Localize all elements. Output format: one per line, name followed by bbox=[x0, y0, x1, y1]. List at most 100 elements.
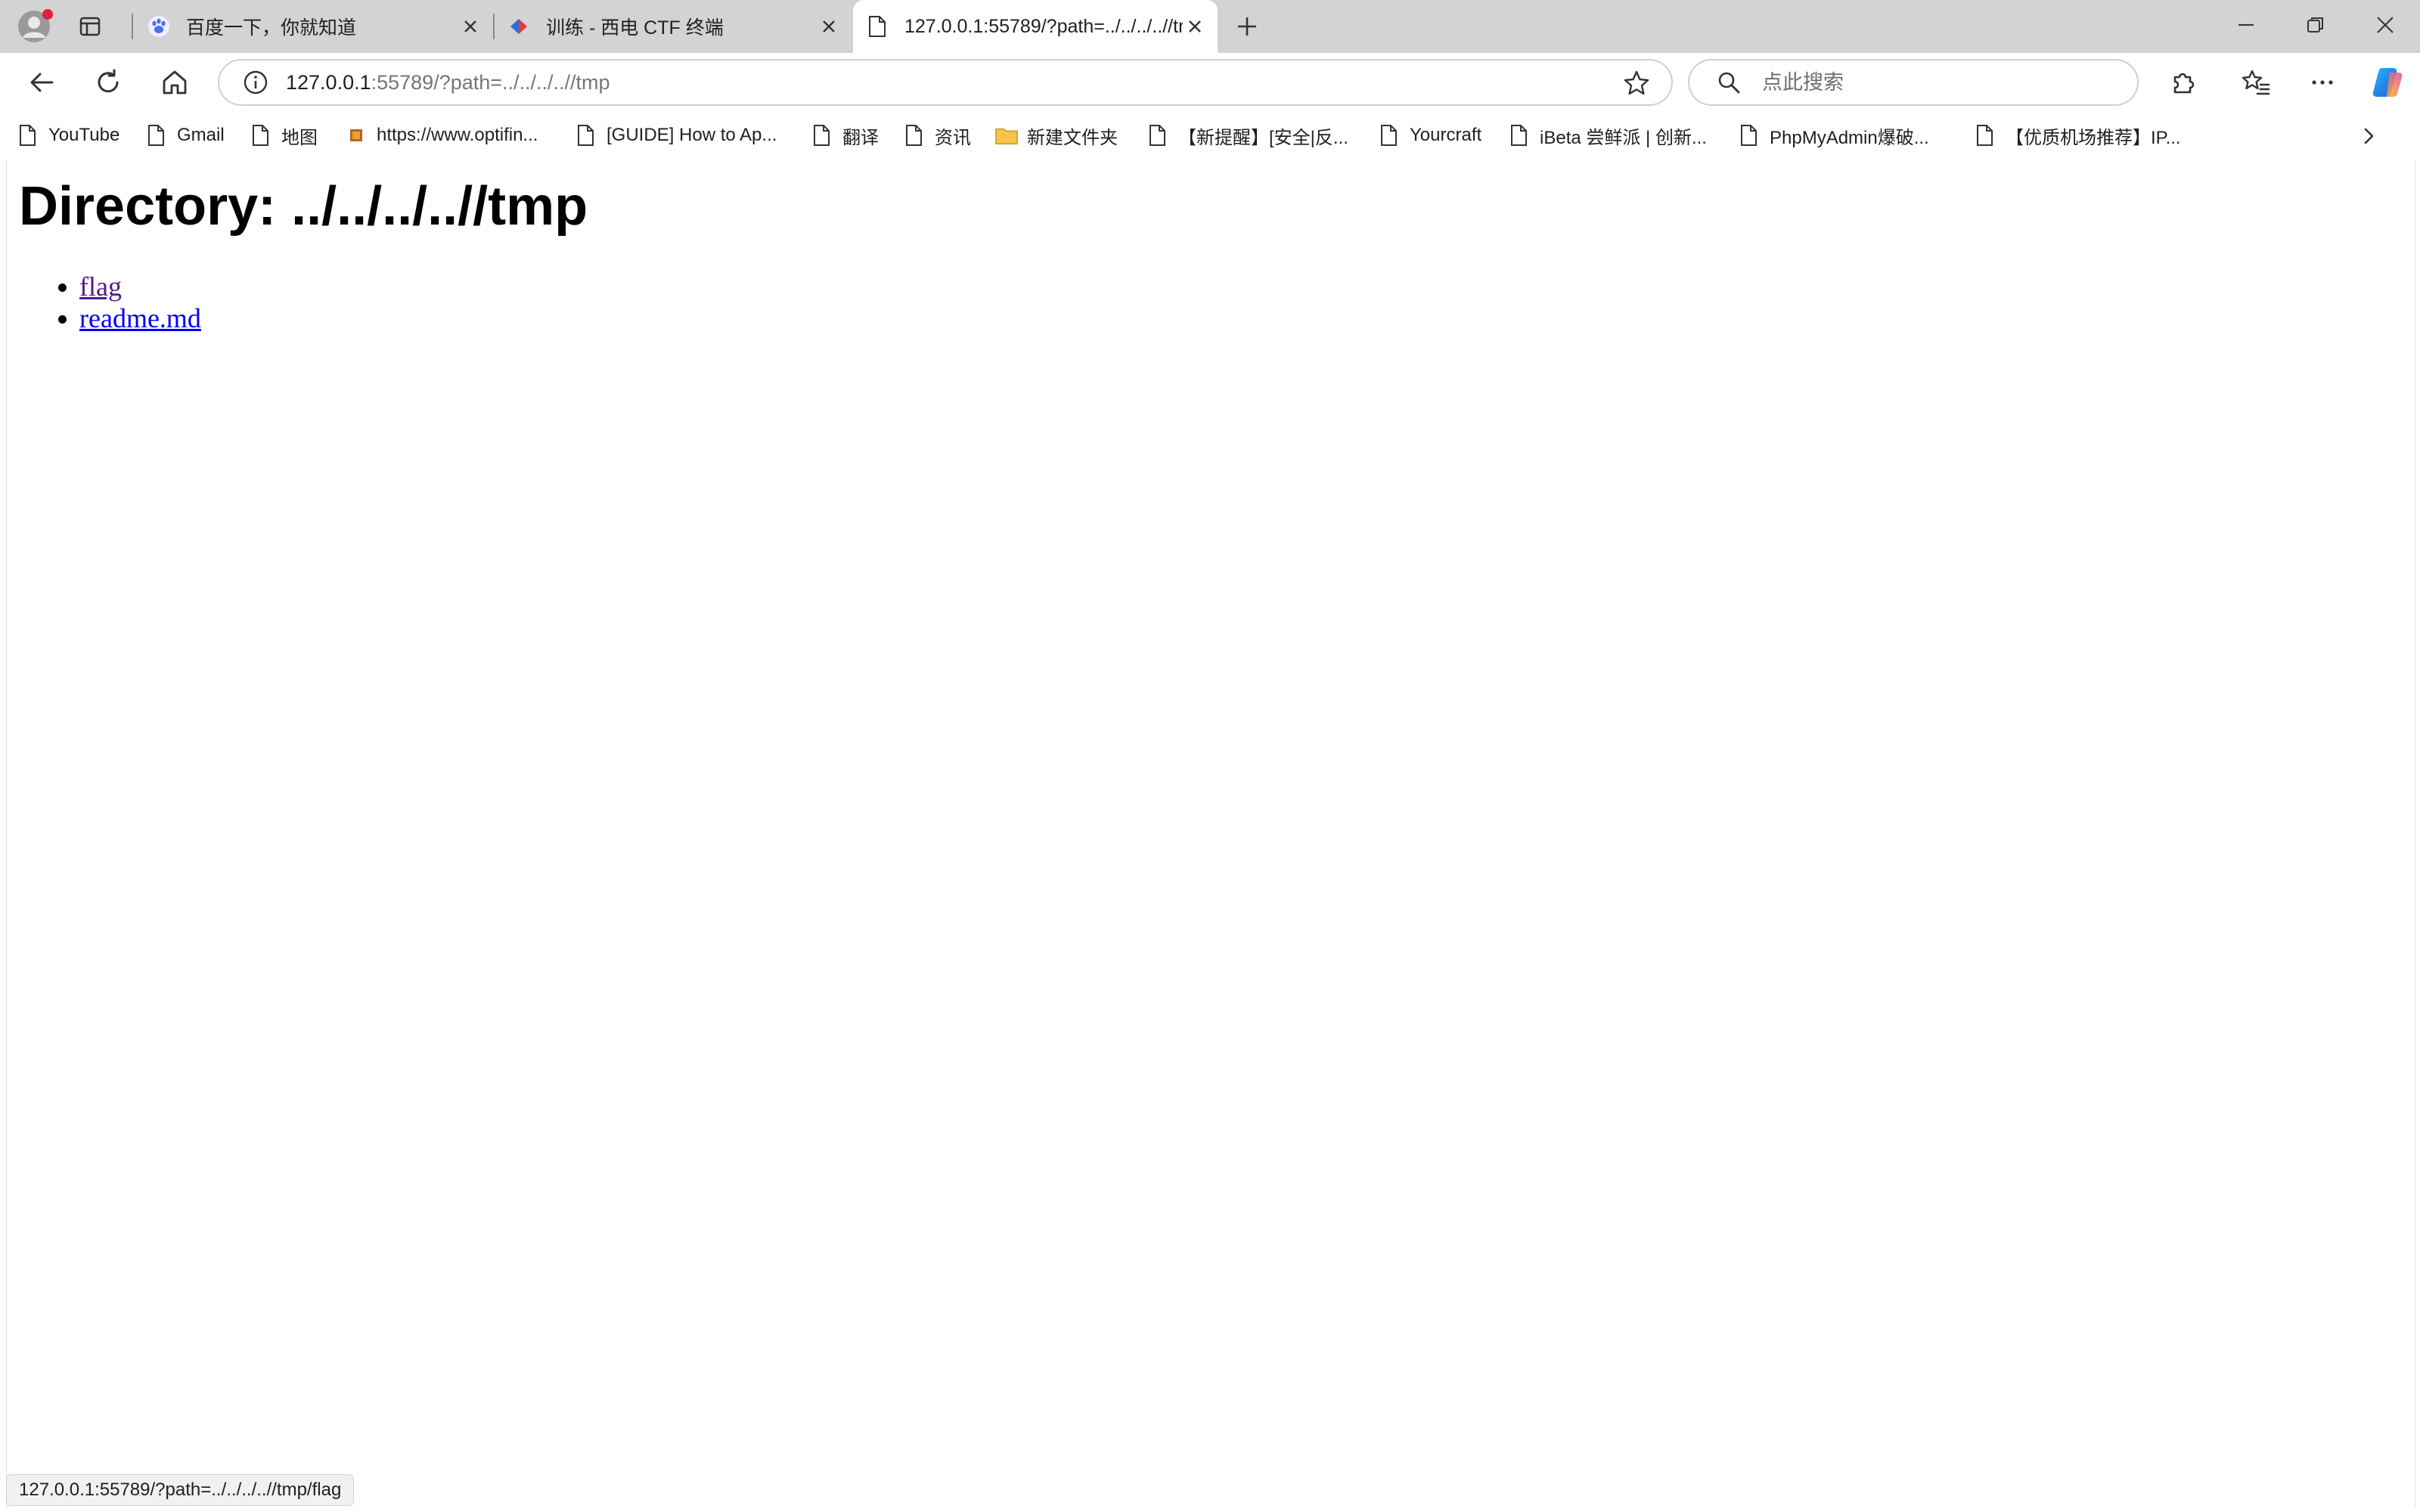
tab-close-button[interactable] bbox=[1183, 14, 1207, 39]
refresh-button[interactable] bbox=[88, 62, 129, 103]
bookmark-label: 地图 bbox=[281, 127, 318, 148]
favorites-button[interactable] bbox=[2235, 62, 2276, 103]
page-icon bbox=[1974, 122, 1996, 148]
chevron-right-icon bbox=[2364, 128, 2374, 144]
bookmark-optifine[interactable]: https://www.optifin... bbox=[345, 119, 538, 151]
toolbar: 127.0.0.1:55789/?path=../../../..//tmp bbox=[0, 53, 2420, 110]
bookmark-label: iBeta 尝鲜派 | 创新... bbox=[1540, 127, 1707, 148]
page-icon bbox=[145, 122, 168, 148]
more-dots-icon bbox=[2312, 80, 2333, 85]
file-link-readme[interactable]: readme.md bbox=[79, 303, 201, 333]
profile-avatar-button[interactable] bbox=[15, 8, 53, 45]
status-bar-url: 127.0.0.1:55789/?path=../../../..//tmp/f… bbox=[6, 1474, 355, 1506]
bookmark-guide[interactable]: [GUIDE] How to Ap... bbox=[575, 119, 777, 151]
tab-xidian-ctf[interactable]: 训练 - 西电 CTF 终端 bbox=[495, 0, 852, 53]
page-icon bbox=[903, 122, 926, 148]
page-icon bbox=[1508, 122, 1531, 148]
restore-button[interactable] bbox=[2281, 0, 2350, 50]
tab-baidu[interactable]: 百度一下，你就知道 bbox=[135, 0, 493, 53]
tab-title: 百度一下，你就知道 bbox=[186, 17, 357, 39]
page-icon bbox=[1146, 122, 1169, 148]
search-input[interactable] bbox=[1761, 70, 2111, 95]
page-title: Directory: ../../../..//tmp bbox=[19, 176, 588, 237]
bookmark-yourcraft[interactable]: Yourcraft bbox=[1378, 119, 1481, 151]
list-item: flag bbox=[79, 271, 201, 302]
info-icon bbox=[244, 70, 268, 94]
baidu-paw-icon bbox=[147, 14, 171, 39]
window-close-button[interactable] bbox=[2350, 0, 2420, 50]
bookmark-map[interactable]: 地图 bbox=[250, 119, 318, 151]
tab-title: 训练 - 西电 CTF 终端 bbox=[546, 17, 724, 39]
optifine-icon bbox=[345, 122, 368, 148]
url-host: 127.0.0.1 bbox=[286, 70, 371, 94]
bookmarks-bar: YouTube Gmail 地图 https://www.optifin... … bbox=[0, 110, 2420, 160]
bookmark-translate[interactable]: 翻译 bbox=[811, 119, 879, 151]
close-icon bbox=[2377, 17, 2394, 33]
xidian-ctf-icon bbox=[507, 14, 531, 39]
star-icon bbox=[1624, 70, 1649, 95]
favorite-button[interactable] bbox=[1621, 68, 1652, 98]
bookmark-label: [GUIDE] How to Ap... bbox=[607, 125, 777, 145]
bookmark-gmail[interactable]: Gmail bbox=[145, 119, 225, 151]
favorites-list-icon bbox=[2242, 70, 2270, 95]
new-tab-button[interactable] bbox=[1230, 9, 1264, 44]
minimize-button[interactable] bbox=[2211, 0, 2281, 50]
tab-separator bbox=[132, 14, 133, 39]
close-icon bbox=[823, 20, 835, 33]
bookmark-label: 【新提醒】[安全|反... bbox=[1178, 127, 1348, 148]
copilot-icon bbox=[2372, 68, 2403, 97]
extensions-button[interactable] bbox=[2163, 62, 2204, 103]
bookmark-label: 资讯 bbox=[935, 127, 971, 148]
settings-more-button[interactable] bbox=[2302, 62, 2343, 103]
bookmark-security[interactable]: 【新提醒】[安全|反... bbox=[1146, 119, 1348, 151]
bookmark-label: Gmail bbox=[177, 125, 225, 145]
tab-strip: 百度一下，你就知道 训练 - 西电 CTF 终端 127.0.0.1:55789… bbox=[0, 0, 2420, 53]
address-bar[interactable]: 127.0.0.1:55789/?path=../../../..//tmp bbox=[218, 59, 1673, 106]
bookmark-ibeta[interactable]: iBeta 尝鲜派 | 创新... bbox=[1508, 119, 1707, 151]
bookmark-youtube[interactable]: YouTube bbox=[17, 119, 119, 151]
page-icon bbox=[575, 122, 597, 148]
bookmark-airport[interactable]: 【优质机场推荐】IP... bbox=[1974, 119, 2181, 151]
tab-title: 127.0.0.1:55789/?path=../../../..//tm bbox=[904, 15, 1183, 37]
search-icon bbox=[1714, 67, 1744, 98]
search-box[interactable] bbox=[1688, 59, 2139, 106]
home-button[interactable] bbox=[154, 62, 195, 103]
page-icon bbox=[250, 122, 272, 148]
bookmark-news[interactable]: 资讯 bbox=[903, 119, 971, 151]
page-icon bbox=[1738, 122, 1761, 148]
tab-close-button[interactable] bbox=[817, 14, 841, 39]
bookmark-new-folder[interactable]: 新建文件夹 bbox=[995, 119, 1118, 151]
url-path: :55789/?path=../../../..//tmp bbox=[371, 70, 610, 94]
bookmark-label: Yourcraft bbox=[1410, 125, 1482, 145]
bookmark-label: 翻译 bbox=[842, 127, 879, 148]
directory-listing: flag readme.md bbox=[19, 271, 201, 334]
minimize-icon bbox=[2238, 24, 2254, 26]
bookmark-phpmyadmin[interactable]: PhpMyAdmin爆破... bbox=[1738, 119, 1929, 151]
copilot-button[interactable] bbox=[2367, 62, 2408, 103]
page-icon bbox=[811, 122, 833, 148]
page-icon bbox=[17, 122, 39, 148]
site-info-button[interactable] bbox=[240, 67, 271, 98]
close-icon bbox=[464, 20, 476, 33]
back-arrow-icon bbox=[30, 73, 54, 92]
page-viewport: Directory: ../../../..//tmp flag readme.… bbox=[6, 160, 2415, 1509]
bookmark-label: PhpMyAdmin爆破... bbox=[1770, 127, 1929, 148]
tab-close-button[interactable] bbox=[458, 14, 482, 39]
page-icon bbox=[865, 14, 889, 39]
back-button[interactable] bbox=[21, 62, 62, 103]
tab-directory-listing[interactable]: 127.0.0.1:55789/?path=../../../..//tm bbox=[853, 0, 1218, 53]
bookmarks-overflow-button[interactable] bbox=[2352, 119, 2385, 153]
folder-icon bbox=[995, 122, 1018, 148]
file-link-flag[interactable]: flag bbox=[79, 271, 122, 302]
refresh-icon bbox=[98, 69, 119, 93]
bookmark-label: https://www.optifin... bbox=[377, 125, 538, 145]
bookmark-label: 新建文件夹 bbox=[1027, 127, 1118, 148]
tab-actions-button[interactable] bbox=[73, 9, 107, 44]
list-item: readme.md bbox=[79, 302, 201, 334]
bookmark-label: 【优质机场推荐】IP... bbox=[2006, 127, 2181, 148]
notification-dot bbox=[42, 9, 53, 20]
restore-icon bbox=[2307, 17, 2323, 33]
address-url[interactable]: 127.0.0.1:55789/?path=../../../..//tmp bbox=[286, 71, 610, 94]
tab-actions-icon bbox=[79, 17, 101, 36]
puzzle-icon bbox=[2173, 73, 2195, 94]
